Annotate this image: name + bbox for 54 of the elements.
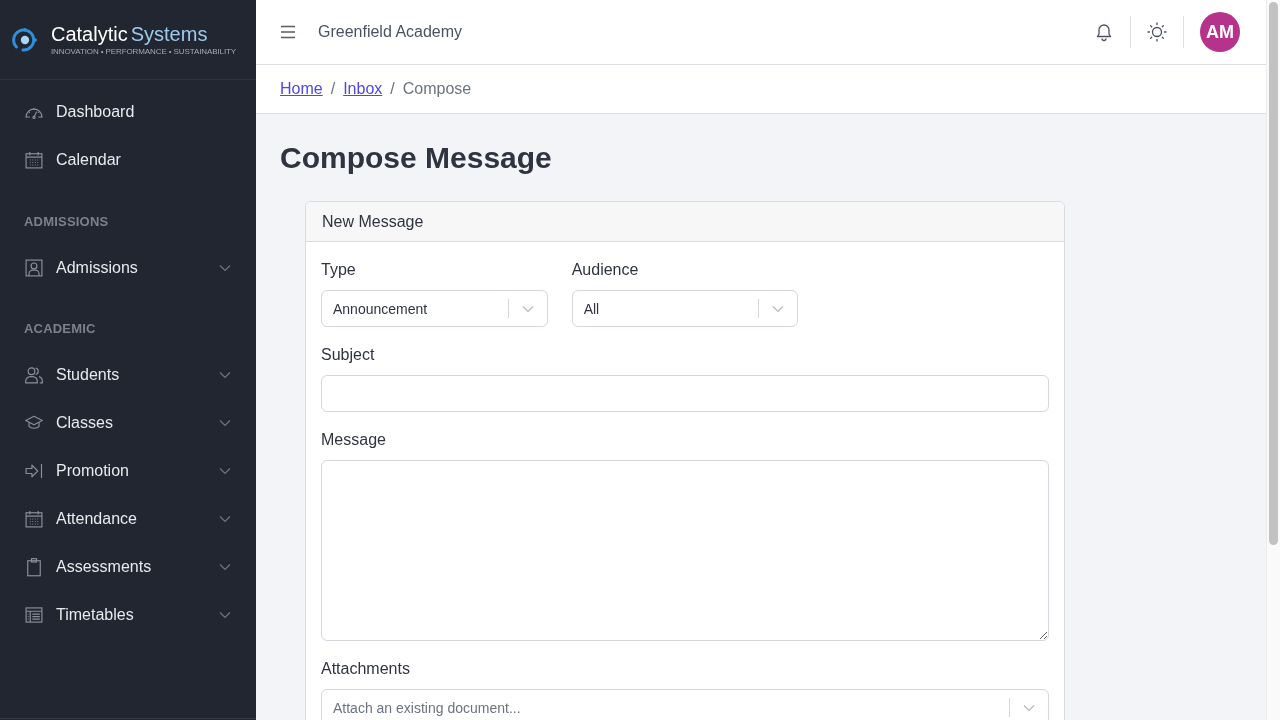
sun-icon[interactable] (1147, 22, 1167, 42)
section-heading: ACADEMIC (23, 320, 97, 338)
field-label: Audience (571, 260, 640, 280)
chevron-down-icon (219, 419, 231, 427)
text-field[interactable] (321, 375, 1049, 412)
chevron-down-icon (772, 304, 785, 313)
breadcrumb-separator: / (390, 80, 395, 98)
nav-item[interactable]: Students (0, 351, 256, 399)
field-label: Attachments (321, 659, 411, 679)
select-field[interactable]: Attach an existing document... (321, 689, 1049, 720)
breadcrumb-current: Compose (402, 80, 472, 98)
chevron-down-icon (219, 515, 231, 523)
chevron-down-icon (219, 563, 231, 571)
section-heading: ADMISSIONS (23, 213, 110, 231)
user-avatar[interactable]: AM (1200, 12, 1240, 52)
nav-item[interactable]: Admissions (0, 244, 256, 292)
nav-item[interactable]: Classes (0, 399, 256, 447)
nav-item[interactable]: Dashboard (0, 88, 256, 136)
breadcrumb-separator: / (330, 80, 336, 98)
chevron-down-icon (219, 611, 231, 619)
nav-item[interactable]: Calendar (0, 136, 256, 184)
nav-item[interactable]: Timetables (0, 591, 256, 639)
chevron-down-icon (521, 304, 534, 313)
menu-icon[interactable] (280, 25, 296, 39)
message-field[interactable] (321, 460, 1049, 641)
school-name: Greenfield Academy (318, 23, 464, 41)
chevron-down-icon (219, 264, 231, 272)
nav-item[interactable]: Assessments (0, 543, 256, 591)
user-square-icon (24, 258, 44, 278)
bell-icon[interactable] (1094, 22, 1114, 42)
scrollbar-thumb[interactable] (1269, 2, 1278, 545)
nav-item[interactable]: Attendance (0, 495, 256, 543)
users-icon (24, 365, 44, 385)
select-field[interactable]: All (571, 290, 799, 327)
clipboard-icon (24, 557, 44, 577)
card-title: New Message (322, 212, 424, 231)
field-label: Subject (321, 345, 376, 365)
chevron-down-icon (219, 371, 231, 379)
chevron-down-icon (1023, 703, 1035, 712)
nav-item[interactable]: Promotion (0, 447, 256, 495)
field-label: Type (321, 260, 357, 280)
select-field[interactable]: Announcement (321, 290, 548, 327)
breadcrumb-link[interactable]: Home (280, 80, 323, 98)
calendar-icon (24, 150, 44, 170)
breadcrumb-link[interactable]: Inbox (343, 80, 383, 98)
logo-icon (11, 25, 39, 54)
chevron-down-icon (219, 467, 231, 475)
page-title: Compose Message (280, 140, 553, 176)
brand-tagline: INNOVATION • PERFORMANCE • SUSTAINABILITY (51, 47, 237, 57)
field-label: Message (321, 430, 387, 450)
table-list-icon (24, 605, 44, 625)
brand-name: Catalytic Systems (51, 23, 209, 45)
arrow-right-bar-icon (24, 461, 44, 481)
calendar-icon (24, 509, 44, 529)
